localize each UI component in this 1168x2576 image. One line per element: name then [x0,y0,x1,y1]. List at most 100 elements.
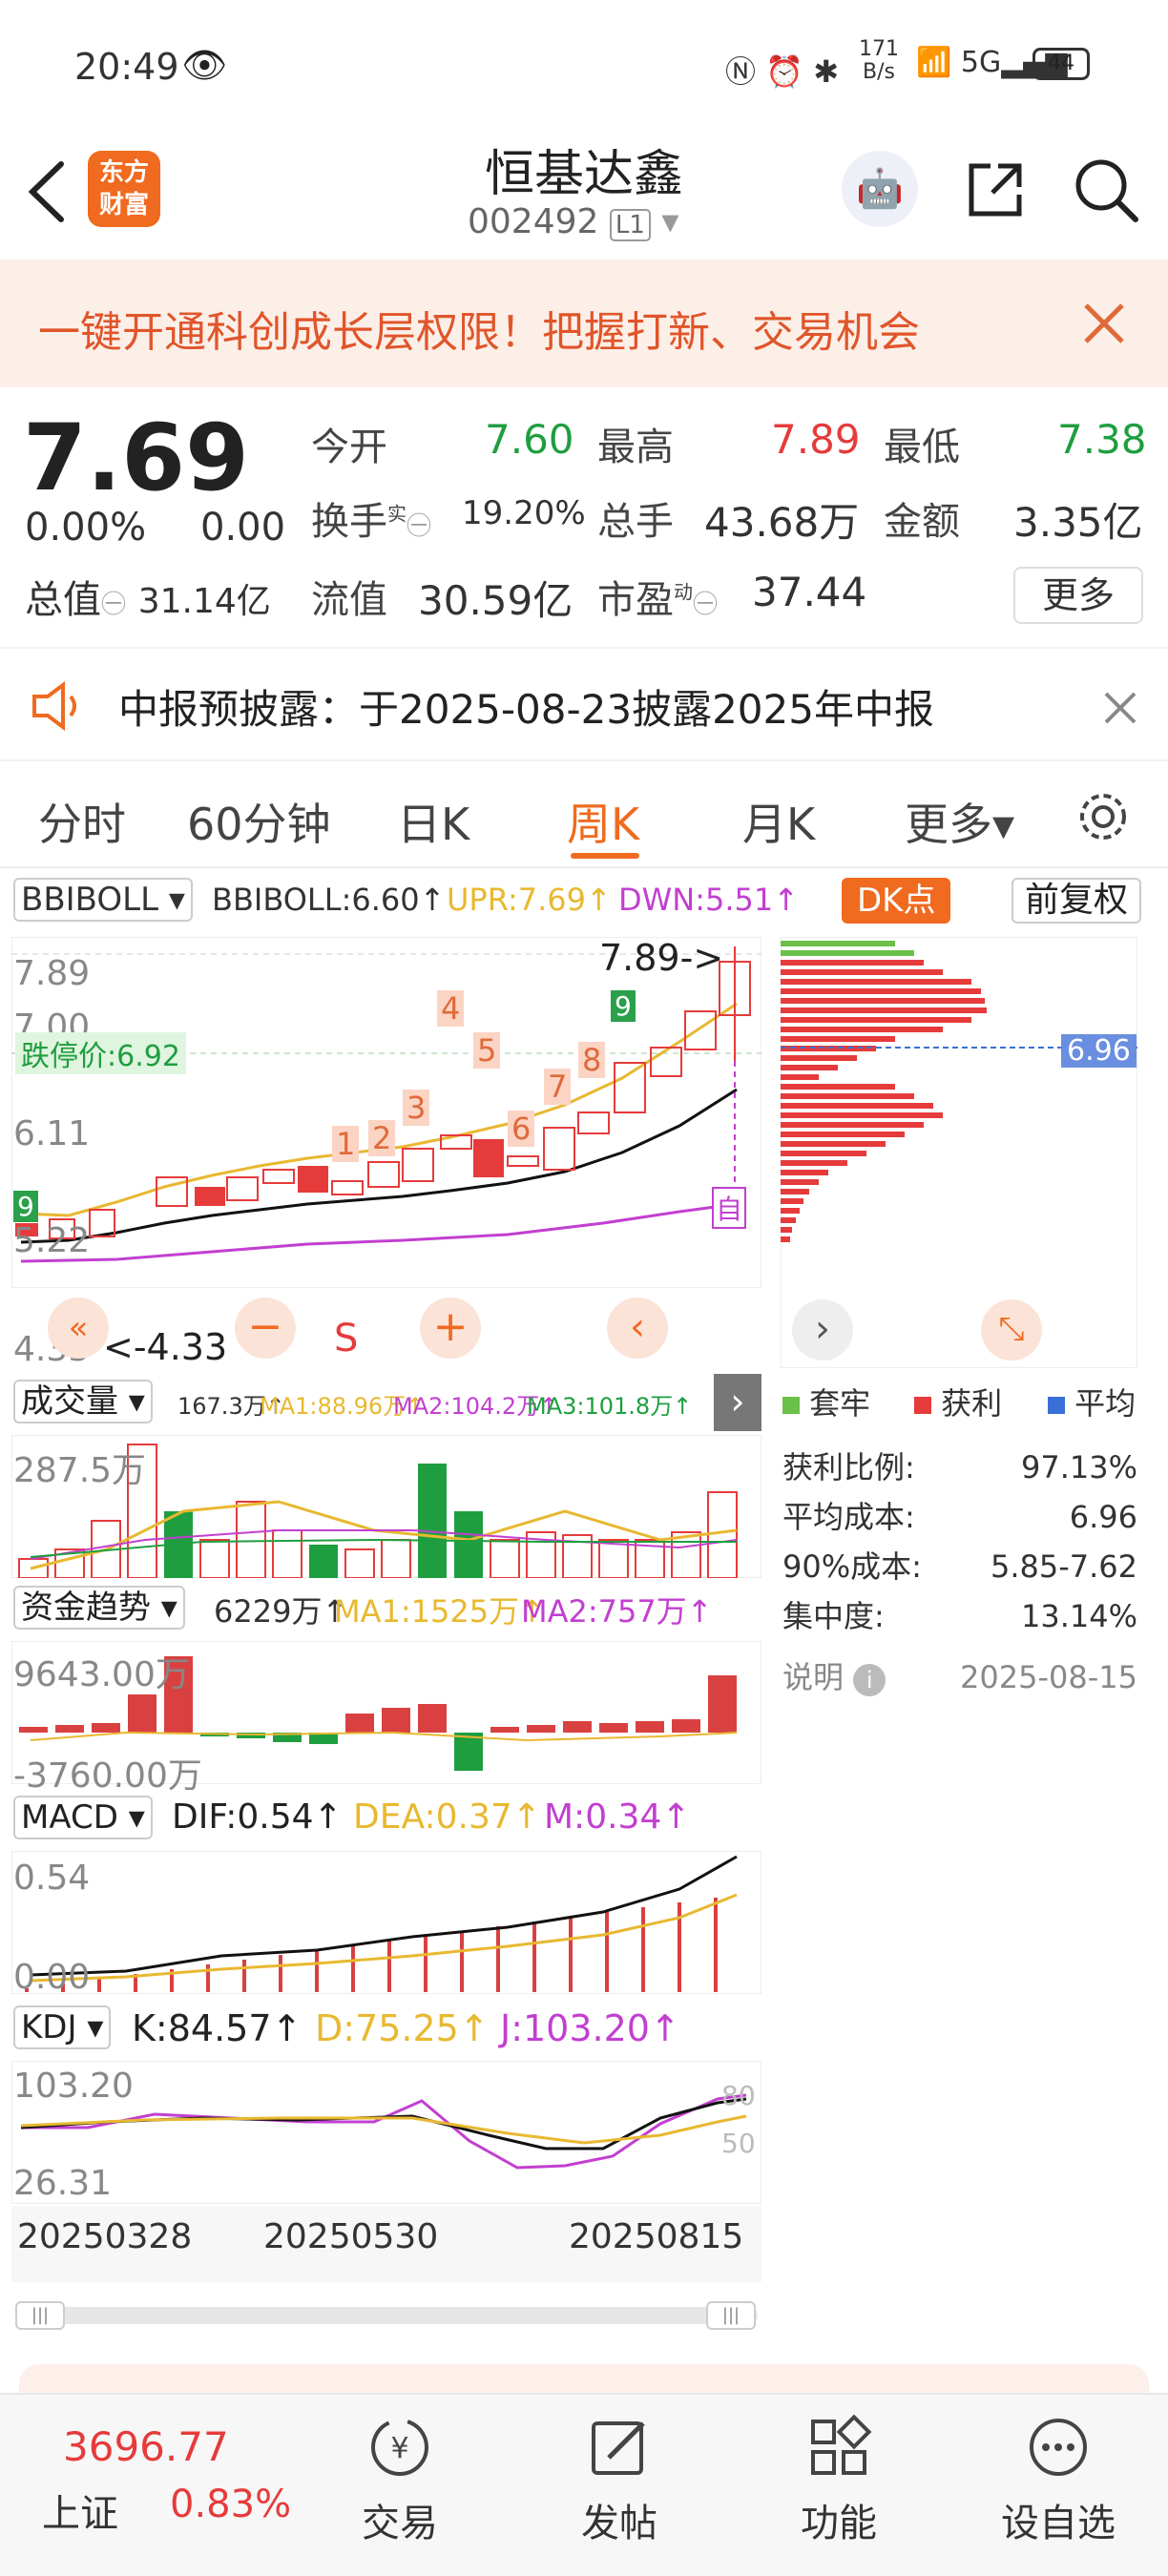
back-icon[interactable] [23,158,71,225]
vol-ytick: 287.5万 [13,1451,147,1490]
bar [781,1236,790,1242]
bar [714,1898,718,1992]
bar [781,988,981,994]
tab-fenshi[interactable]: 分时 [38,790,126,853]
close-icon[interactable] [1082,301,1126,345]
nav-functions[interactable]: 功能 [767,2414,910,2547]
dk-point-button[interactable]: DK点 [842,878,951,924]
promo-text: 一键开通科创成长层权限！把握打新、交易机会 [38,308,920,357]
close-icon[interactable] [1103,691,1137,725]
status-bar: 20:49 👁 Ⓝ ⏰ ✱ 171 B/s 📶 5G▂▄▆ 44 [0,0,1168,124]
float-label: 流值 [311,578,387,622]
indicator-select[interactable]: BBIBOLL ▾ [13,878,193,922]
candlestick-chart[interactable] [11,937,761,1288]
nav-post[interactable]: 发帖 [548,2414,691,2547]
kdj-d: D:75.25↑ [315,2007,490,2049]
kdj-ytick-top: 103.20 [13,2067,134,2106]
date-label: 20250530 [263,2217,439,2256]
settings-gear-icon[interactable] [1073,786,1134,847]
fund-ma1: MA1:1525万↑ [334,1593,545,1630]
tab-week-k[interactable]: 周K [567,790,639,853]
tab-60min[interactable]: 60分钟 [187,790,331,853]
search-icon[interactable] [1073,156,1139,223]
range-handle-right[interactable]: ||| [706,2301,756,2330]
notice-bar[interactable]: 中报预披露：于2025-08-23披露2025年中报 [0,647,1168,761]
tab-more[interactable]: 更多▾ [905,790,1014,853]
scroll-left-button[interactable]: ‹ [607,1298,668,1359]
period-tabs: 分时 60分钟 日K 周K 月K 更多▾ [0,763,1168,868]
tab-day-k[interactable]: 日K [397,790,469,853]
range-handle-left[interactable]: ||| [15,2301,65,2330]
bar [781,1141,886,1147]
turnover-label: 换手实㊀ [311,500,432,544]
upr-value: UPR:7.69↑ [447,882,612,918]
chart-area: BBIBOLL ▾ BBIBOLL:6.60↑ UPR:7.69↑ DWN:5.… [0,870,1168,2339]
speaker-icon [32,681,76,731]
bar [781,1227,792,1233]
kdj-ytick-bottom: 26.31 [13,2164,113,2203]
index-value[interactable]: 3696.77 [63,2423,229,2470]
expand-panel-icon[interactable]: › [714,1374,761,1431]
chip-row: 集中度: 13.14% [782,1598,1137,1634]
kdj-k: K:84.57↑ [132,2007,302,2049]
date-label: 20250328 [17,2217,193,2256]
low-marker: <-4.33 [103,1326,228,1368]
bar [781,1084,895,1090]
nav-add-watchlist[interactable]: 设自选 [987,2414,1130,2547]
bar [636,1721,664,1733]
bar [382,1708,410,1733]
self-marker: 自 [712,1187,747,1229]
macd-select[interactable]: MACD ▾ [13,1796,153,1839]
fund-trend-select[interactable]: 资金趋势 ▾ [13,1586,185,1630]
bar [781,1132,905,1137]
adjust-button[interactable]: 前复权 [1012,878,1142,924]
svg-text:¥: ¥ [390,2432,408,2465]
expand-icon[interactable]: ⤡ [981,1299,1042,1361]
promo-banner[interactable]: 一键开通科创成长层权限！把握打新、交易机会 [0,260,1168,387]
more-button[interactable]: 更多 [1013,567,1143,624]
rewind-button[interactable]: « [48,1298,109,1359]
kdj-select[interactable]: KDJ ▾ [13,2005,112,2049]
zoom-in-button[interactable]: + [420,1298,481,1359]
stock-code[interactable]: 002492 L1 ▾ [468,202,678,241]
bottom-nav: 3696.77 上证 0.83% ¥ 交易 发帖 功能 设自选 [0,2393,1168,2576]
bar [387,1941,391,1992]
turnover-value: 19.20% [462,494,586,532]
nav-trade[interactable]: ¥ 交易 [328,2414,471,2547]
bar [781,950,914,956]
bar [781,960,924,966]
bar [781,1198,803,1204]
bar [708,1675,737,1733]
bar [345,1714,374,1733]
macd-ytick-top: 0.54 [13,1859,91,1898]
zoom-out-button[interactable]: − [235,1298,296,1359]
bar [454,1511,483,1578]
avg-cost-tag: 6.96 [1061,1034,1137,1068]
bar [781,1151,866,1156]
nine-badge: 9 [611,990,636,1022]
low-value: 7.38 [1057,416,1147,463]
kdj-line-80: 80 [721,2080,756,2111]
fund-value: 6229万↑ [214,1593,348,1630]
brand-logo[interactable]: 东方 财富 [88,151,160,227]
range-slider-track[interactable] [15,2307,758,2324]
kdj-line-50: 50 [721,2128,756,2159]
last-price: 7.69 [23,405,249,511]
ytick-4: 5.22 [13,1221,91,1260]
volume-value: 43.68万 [704,499,860,546]
tab-month-k[interactable]: 月K [742,790,815,853]
bar [418,1704,447,1733]
ytick-3: 6.11 [13,1114,91,1153]
bar [781,1179,819,1185]
more-dots-icon [1030,2419,1087,2476]
bar [781,969,943,975]
chip-next-button[interactable]: › [792,1299,853,1361]
fund-ytick-top: 9643.00万 [13,1655,190,1694]
chip-explain-link[interactable]: 说明 i [782,1652,886,1702]
robot-avatar-icon[interactable]: 🤖 [842,151,918,227]
volume-select[interactable]: 成交量 ▾ [13,1380,153,1423]
amount-value: 3.35亿 [1013,499,1143,546]
share-icon[interactable] [964,158,1027,221]
index-change: 0.83% [170,2483,292,2526]
macd-m: M:0.34↑ [544,1797,691,1837]
